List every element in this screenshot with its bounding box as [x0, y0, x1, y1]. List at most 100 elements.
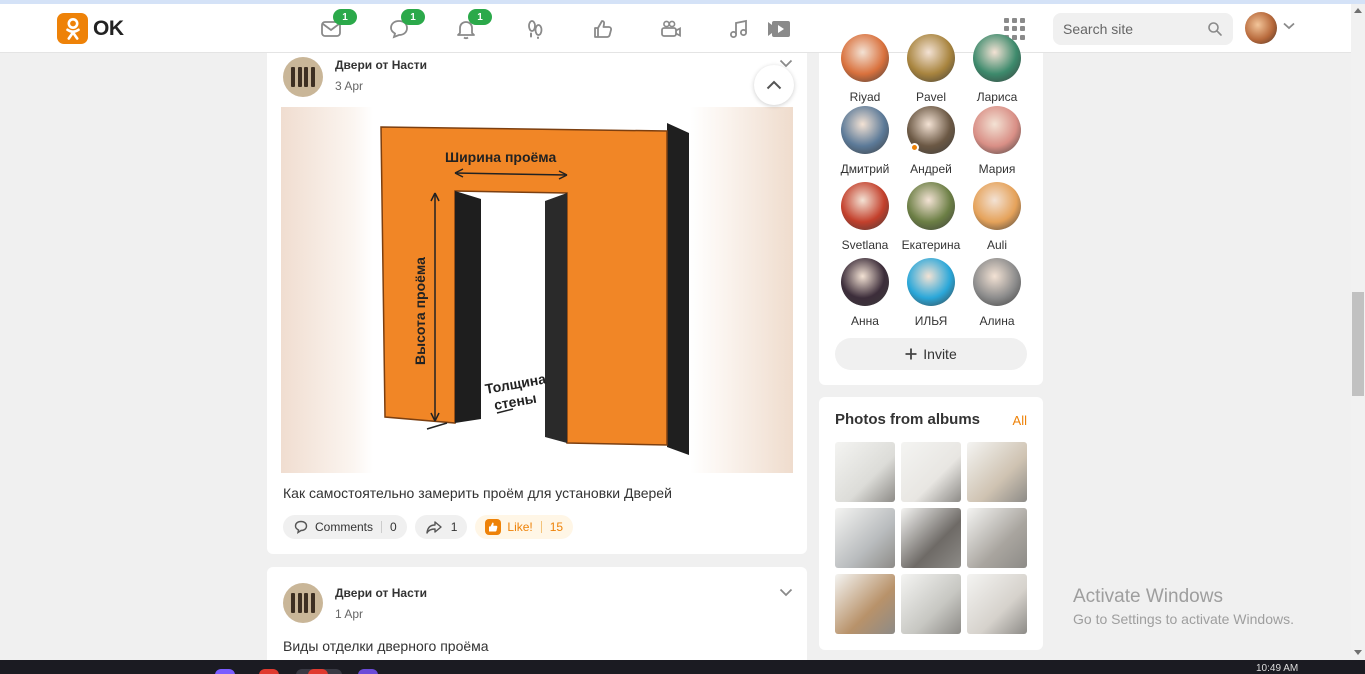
friend-name: Лариса [976, 90, 1018, 104]
taskbar-app-icon[interactable] [259, 669, 279, 674]
post-author-name[interactable]: Двери от Насти [335, 58, 427, 72]
search-box [1053, 13, 1233, 45]
friend-item[interactable]: Мария [964, 106, 1030, 176]
scroll-to-top-button[interactable] [754, 65, 794, 105]
friend-avatar [973, 34, 1021, 82]
scrollbar-thumb[interactable] [1352, 292, 1364, 396]
ok-logo[interactable]: OK [57, 13, 124, 44]
friend-avatar [907, 258, 955, 306]
nav-video[interactable] [766, 16, 792, 42]
post-options-chevron-icon[interactable] [779, 588, 793, 597]
friend-name: Riyad [849, 90, 881, 104]
friend-avatar [907, 106, 955, 154]
friend-avatar [841, 258, 889, 306]
friend-item[interactable]: Екатерина [898, 182, 964, 252]
nav-video-calls[interactable] [658, 16, 684, 42]
discussions-badge: 1 [401, 9, 425, 25]
windows-taskbar: 10:49 AM [0, 660, 1365, 674]
ok-logo-icon [57, 13, 88, 44]
album-photo[interactable] [967, 574, 1027, 634]
friend-avatar [841, 182, 889, 230]
like-label: Like! [507, 520, 533, 534]
friend-item[interactable]: Pavel [898, 34, 964, 104]
page-scrollbar[interactable] [1351, 4, 1365, 660]
scroll-down-arrow[interactable] [1354, 650, 1362, 655]
taskbar-app-icon[interactable] [358, 669, 378, 674]
taskbar-app-icon[interactable] [215, 669, 235, 674]
image-label-width: Ширина проёма [445, 149, 556, 165]
invite-button[interactable]: Invite [835, 338, 1027, 370]
post-author-avatar[interactable] [283, 583, 323, 623]
friend-item[interactable]: Auli [964, 182, 1030, 252]
footprints-icon [528, 20, 543, 39]
friend-name: Мария [978, 162, 1016, 176]
like-button[interactable]: Like! 15 [475, 515, 574, 539]
friend-name: Auli [986, 238, 1007, 252]
nav-notifications[interactable]: 1 [453, 9, 492, 42]
comments-button[interactable]: Comments 0 [283, 515, 407, 539]
photos-from-albums-panel: Photos from albums All [819, 397, 1043, 650]
album-photo[interactable] [901, 508, 961, 568]
post-date: 1 Apr [335, 607, 364, 621]
album-photo[interactable] [835, 442, 895, 502]
feed-post: Двери от Насти 1 Apr Виды отделки дверно… [267, 567, 807, 667]
thumbs-up-icon [594, 20, 613, 38]
messages-badge: 1 [333, 9, 357, 25]
nav-reactions[interactable] [590, 16, 616, 42]
chevron-up-icon [766, 80, 782, 90]
scroll-up-arrow[interactable] [1354, 8, 1362, 13]
friend-avatar [973, 258, 1021, 306]
video-camera-icon [661, 20, 681, 37]
likes-count: 15 [549, 520, 564, 534]
album-photo[interactable] [835, 508, 895, 568]
chevron-down-icon[interactable] [1283, 22, 1295, 30]
post-text[interactable]: Виды отделки дверного проёма [283, 638, 489, 654]
nav-guests[interactable] [522, 16, 548, 42]
nav-discussions[interactable]: 1 [386, 9, 425, 42]
search-input[interactable] [1063, 21, 1203, 37]
notifications-badge: 1 [468, 9, 492, 25]
taskbar-clock: 10:49 AM [1256, 663, 1299, 674]
shares-count: 1 [450, 520, 458, 534]
album-photo[interactable] [835, 574, 895, 634]
friend-item[interactable]: Дмитрий [832, 106, 898, 176]
friend-item[interactable]: Алина [964, 258, 1030, 328]
friends-panel: Riyad Pavel Лариса Дмитрий Андрей Мария … [819, 34, 1043, 385]
image-label-height: Высота проёма [412, 257, 428, 365]
ok-logo-text: OK [93, 16, 124, 40]
album-photo[interactable] [901, 442, 961, 502]
friend-avatar [973, 106, 1021, 154]
post-image[interactable]: Ширина проёма Высота проёма Толщина стен… [281, 107, 793, 473]
post-text[interactable]: Как самостоятельно замерить проём для ус… [283, 485, 672, 501]
friend-item[interactable]: Анна [832, 258, 898, 328]
activate-windows-subtitle: Go to Settings to activate Windows. [1073, 611, 1294, 627]
activate-windows-watermark: Activate Windows Go to Settings to activ… [1073, 586, 1294, 627]
friend-item[interactable]: ИЛЬЯ [898, 258, 964, 328]
post-author-name[interactable]: Двери от Насти [335, 586, 427, 600]
share-icon [426, 521, 442, 534]
post-actions: Comments 0 1 Like! 15 [283, 515, 581, 539]
album-photo[interactable] [967, 442, 1027, 502]
nav-messages[interactable]: 1 [318, 9, 357, 42]
friend-avatar [841, 106, 889, 154]
search-icon[interactable] [1207, 21, 1223, 37]
invite-label: Invite [923, 346, 957, 362]
friend-item[interactable]: Svetlana [832, 182, 898, 252]
user-avatar[interactable] [1245, 12, 1277, 44]
post-date: 3 Apr [335, 79, 364, 93]
photos-all-link[interactable]: All [1013, 413, 1027, 428]
friend-item[interactable]: Лариса [964, 34, 1030, 104]
taskbar-app-icon[interactable] [308, 669, 328, 674]
friend-item[interactable]: Riyad [832, 34, 898, 104]
friend-name: ИЛЬЯ [914, 314, 948, 328]
friend-name: Анна [851, 314, 879, 328]
album-photo[interactable] [901, 574, 961, 634]
friend-item[interactable]: Андрей [898, 106, 964, 176]
friend-avatar [907, 182, 955, 230]
friend-avatar [841, 34, 889, 82]
album-photo[interactable] [967, 508, 1027, 568]
online-status-dot [910, 143, 919, 152]
share-button[interactable]: 1 [414, 515, 468, 539]
post-author-avatar[interactable] [283, 57, 323, 97]
nav-music[interactable] [726, 16, 752, 42]
